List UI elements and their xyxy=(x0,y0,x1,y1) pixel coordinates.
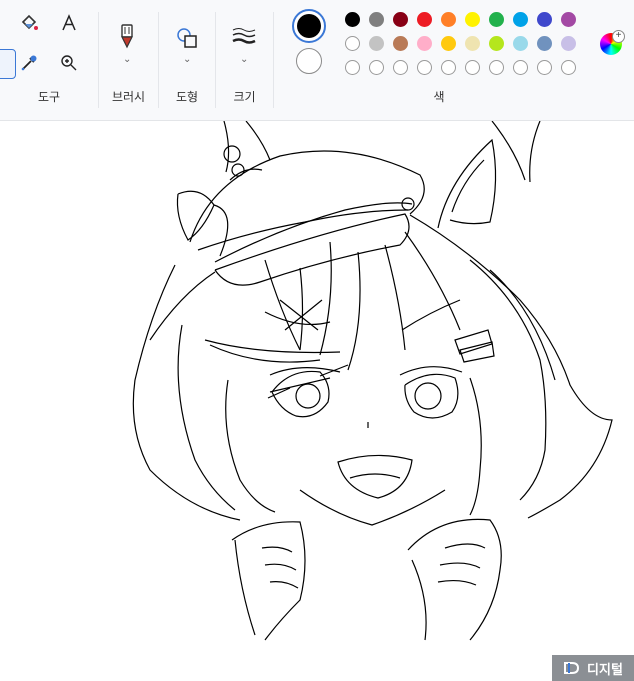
drawing-canvas[interactable] xyxy=(0,121,634,681)
color-swatch[interactable] xyxy=(345,12,360,27)
edit-colors-button[interactable]: + xyxy=(600,30,625,55)
color-swatch[interactable] xyxy=(537,36,552,51)
shapes-label: 도형 xyxy=(175,90,199,104)
fill-tool-button[interactable] xyxy=(15,9,43,37)
color-swatch[interactable] xyxy=(489,12,504,27)
color-swatch[interactable] xyxy=(537,12,552,27)
primary-color-swatch xyxy=(297,14,321,38)
add-icon: + xyxy=(612,30,625,43)
stroke-size-icon xyxy=(232,28,256,44)
colors-label: 색 xyxy=(433,90,445,104)
color-swatch[interactable] xyxy=(561,36,576,51)
color-swatch[interactable] xyxy=(513,36,528,51)
color-swatch[interactable] xyxy=(465,36,480,51)
custom-color-slot[interactable] xyxy=(441,60,456,75)
tools-group: 도구 xyxy=(0,0,98,120)
size-label: 크기 xyxy=(233,90,256,104)
color-swatch[interactable] xyxy=(345,36,360,51)
brush-icon xyxy=(121,24,133,49)
color-swatch[interactable] xyxy=(489,36,504,51)
color-swatch[interactable] xyxy=(441,12,456,27)
text-tool-button[interactable] xyxy=(55,9,83,37)
custom-color-slot[interactable] xyxy=(345,60,360,75)
eyedropper-tool-button[interactable] xyxy=(15,49,43,77)
color-swatch[interactable] xyxy=(441,36,456,51)
watermark-text: 디지털 xyxy=(587,661,623,677)
color-swatch[interactable] xyxy=(465,12,480,27)
chevron-down-icon[interactable]: ⌄ xyxy=(123,54,131,65)
zoom-tool-button[interactable] xyxy=(55,49,83,77)
shapes-button[interactable] xyxy=(173,24,201,52)
custom-color-slot[interactable] xyxy=(465,60,480,75)
primary-color-selector[interactable] xyxy=(292,9,326,43)
watermark: 디지털 xyxy=(552,655,634,681)
brushes-group[interactable]: ⌄ 브러시 xyxy=(99,0,158,120)
text-a-icon xyxy=(62,14,76,31)
brushes-label: 브러시 xyxy=(111,90,146,104)
color-swatch[interactable] xyxy=(393,36,408,51)
secondary-color-selector[interactable] xyxy=(296,48,322,74)
magnifier-icon xyxy=(61,55,77,71)
custom-color-slot[interactable] xyxy=(489,60,504,75)
eyedropper-icon xyxy=(21,55,37,71)
tools-label: 도구 xyxy=(37,90,61,104)
color-swatch[interactable] xyxy=(417,36,432,51)
size-group[interactable]: ⌄ 크기 xyxy=(216,0,273,120)
color-swatch[interactable] xyxy=(561,12,576,27)
brush-button[interactable] xyxy=(113,22,141,50)
color-swatch[interactable] xyxy=(369,12,384,27)
custom-color-slot[interactable] xyxy=(513,60,528,75)
size-button[interactable] xyxy=(230,22,258,50)
chevron-down-icon[interactable]: ⌄ xyxy=(240,54,248,65)
brand-logo-icon xyxy=(564,662,580,674)
fill-bucket-icon xyxy=(21,14,38,30)
custom-color-slot[interactable] xyxy=(417,60,432,75)
shapes-group[interactable]: ⌄ 도형 xyxy=(159,0,215,120)
custom-color-slot[interactable] xyxy=(393,60,408,75)
chevron-down-icon[interactable]: ⌄ xyxy=(183,54,191,65)
color-swatch[interactable] xyxy=(513,12,528,27)
color-picker-tool-button[interactable] xyxy=(0,49,16,79)
character-line-drawing xyxy=(132,121,613,641)
custom-color-slot[interactable] xyxy=(561,60,576,75)
color-swatch[interactable] xyxy=(369,36,384,51)
color-swatch[interactable] xyxy=(417,12,432,27)
color-swatch[interactable] xyxy=(393,12,408,27)
ribbon-toolbar: 도구 ⌄ 브러시 ⌄ 도형 ⌄ 크기 + 색 xyxy=(0,0,634,121)
custom-color-slot[interactable] xyxy=(369,60,384,75)
custom-color-slot[interactable] xyxy=(537,60,552,75)
shapes-icon xyxy=(177,28,197,48)
colors-group: + 색 xyxy=(274,0,634,120)
